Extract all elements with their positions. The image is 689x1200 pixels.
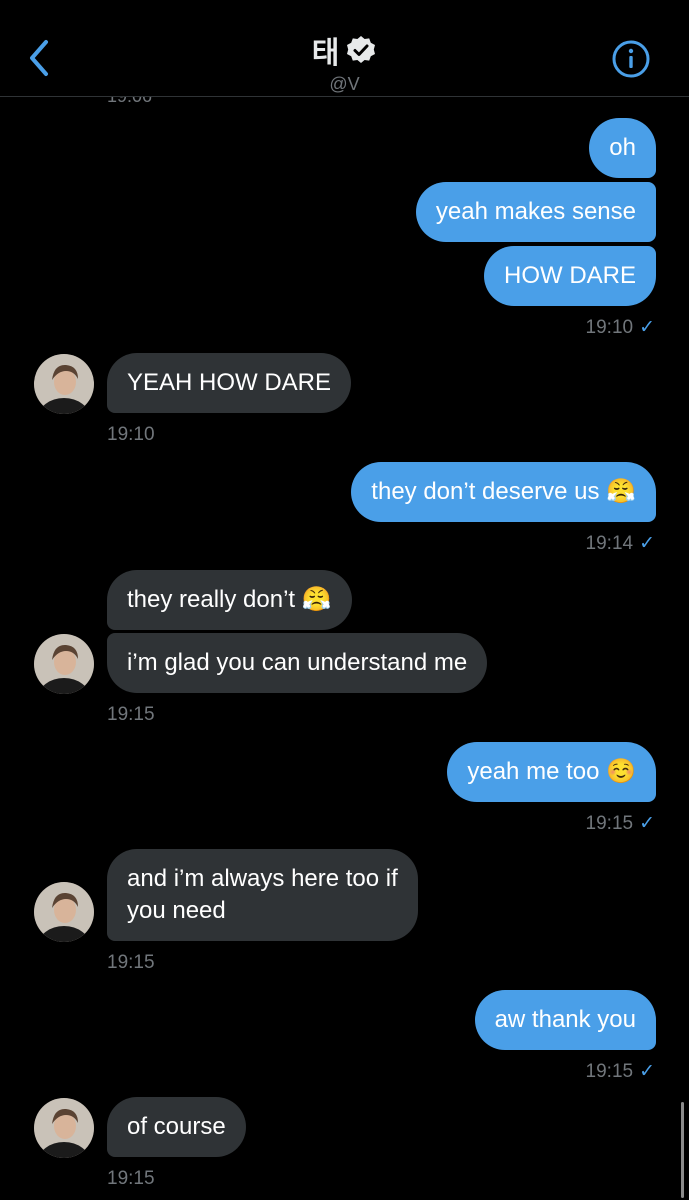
message-timestamp: 19:10 ✓ (585, 317, 655, 338)
sent-check-icon: ✓ (639, 533, 655, 554)
avatar-photo (34, 1098, 94, 1158)
message-timestamp: 19:15 ✓ (585, 1061, 655, 1082)
incoming-message[interactable]: of course (107, 1097, 246, 1157)
conversation-handle: @V (329, 74, 360, 94)
message-text: i’m glad you can understand me (127, 649, 468, 676)
message-text: they don’t deserve us 😤 (371, 478, 636, 505)
message-timestamp: 19:10 (107, 424, 155, 445)
message-timestamp: 19:15 (107, 952, 155, 973)
conversation-title-area[interactable]: 태 @V (0, 28, 689, 95)
message-timestamp: 19:14 ✓ (585, 533, 655, 554)
verified-badge-icon (347, 36, 376, 63)
conversation-header: 태 @V (0, 0, 689, 97)
message-text: aw thank you (494, 1006, 636, 1033)
message-text: they really don’t 😤 (127, 586, 332, 613)
outgoing-message[interactable]: oh (589, 118, 656, 178)
sent-check-icon: ✓ (639, 317, 655, 338)
avatar[interactable] (34, 1098, 94, 1158)
avatar[interactable] (34, 354, 94, 414)
outgoing-message[interactable]: HOW DARE (484, 246, 656, 306)
message-timestamp: 19:15 (107, 1168, 155, 1189)
outgoing-message[interactable]: aw thank you (474, 990, 656, 1050)
outgoing-message[interactable]: they don’t deserve us 😤 (351, 462, 656, 522)
sent-check-icon: ✓ (639, 1061, 655, 1082)
info-icon (612, 40, 650, 78)
message-text-line: and i’m always here too if (127, 865, 398, 892)
scrollbar[interactable] (681, 1102, 684, 1198)
incoming-message[interactable]: i’m glad you can understand me (107, 633, 488, 693)
message-timestamp: 19:15 (107, 704, 155, 725)
message-text: YEAH HOW DARE (127, 369, 332, 396)
incoming-message[interactable]: YEAH HOW DARE (107, 353, 352, 413)
message-text-line: you need (127, 897, 226, 924)
message-text: oh (609, 134, 636, 161)
avatar-photo (34, 634, 94, 694)
info-button[interactable] (611, 39, 651, 79)
message-timestamp: 19:15 ✓ (585, 813, 655, 834)
message-text: of course (127, 1113, 226, 1140)
message-text: yeah makes sense (435, 198, 636, 225)
incoming-message[interactable]: they really don’t 😤 (107, 570, 352, 630)
avatar-photo (34, 882, 94, 942)
sent-check-icon: ✓ (639, 813, 655, 834)
avatar[interactable] (34, 882, 94, 942)
outgoing-message[interactable]: yeah me too ☺️ (447, 742, 656, 802)
avatar-photo (34, 354, 94, 414)
avatar[interactable] (34, 634, 94, 694)
outgoing-message[interactable]: yeah makes sense (415, 182, 656, 242)
message-text: HOW DARE (504, 262, 636, 289)
conversation-title: 태 (311, 36, 340, 71)
message-text: yeah me too ☺️ (467, 758, 636, 785)
incoming-message[interactable]: and i’m always here too if you need (107, 849, 418, 941)
